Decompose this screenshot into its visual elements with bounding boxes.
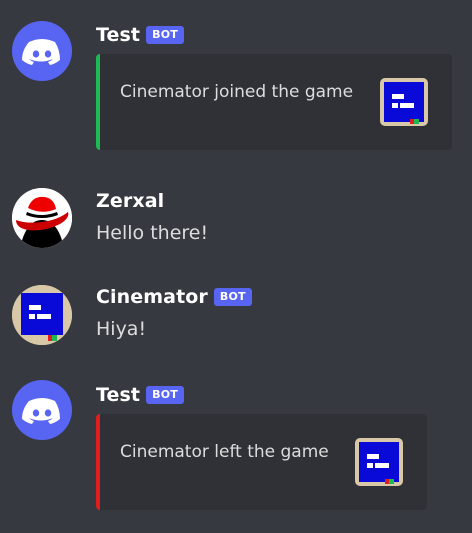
red-hat-avatar-icon[interactable]	[12, 188, 72, 248]
cinemator-avatar-icon[interactable]	[12, 285, 72, 345]
username[interactable]: Test	[96, 384, 140, 406]
username[interactable]: Cinemator	[96, 286, 208, 308]
embed-description: Cinemator joined the game	[120, 82, 354, 102]
cinemator-avatar-icon[interactable]	[380, 78, 428, 126]
username[interactable]: Test	[96, 24, 140, 46]
message-text: Hello there!	[96, 222, 209, 244]
bot-tag: BOT	[213, 288, 252, 306]
message-text: Hiya!	[96, 318, 147, 340]
embed: Cinemator left the game	[96, 414, 427, 510]
bot-tag: BOT	[146, 26, 184, 44]
bot-tag: BOT	[146, 386, 184, 404]
embed-description: Cinemator left the game	[120, 442, 329, 462]
discord-logo-icon[interactable]	[12, 380, 72, 440]
embed: Cinemator joined the game	[96, 54, 452, 150]
cinemator-avatar-icon[interactable]	[355, 438, 403, 486]
discord-logo-icon[interactable]	[12, 21, 72, 81]
username[interactable]: Zerxal	[96, 190, 164, 212]
